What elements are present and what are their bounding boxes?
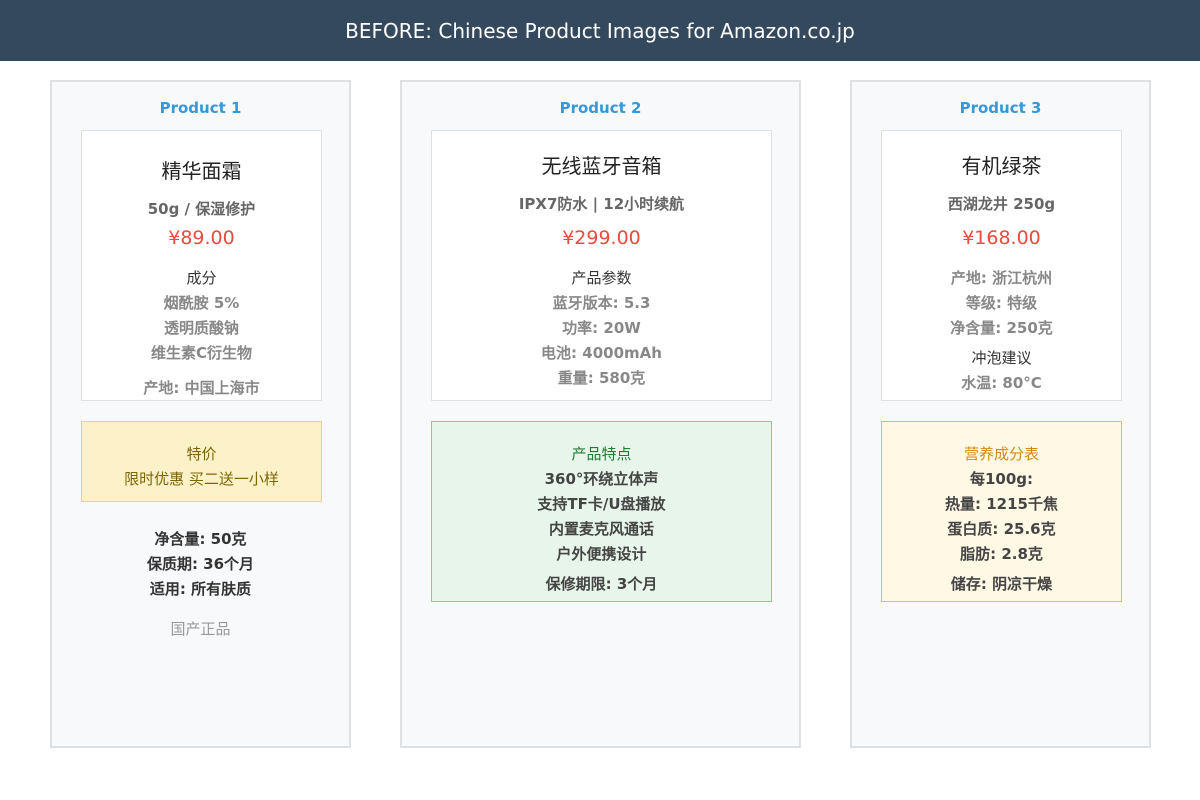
product-subtitle: IPX7防水 | 12小时续航 <box>518 195 685 213</box>
product-price: ¥89.00 <box>168 227 235 249</box>
product-card-3: Product 3 有机绿茶 西湖龙井 250g ¥168.00 产地: 浙江杭… <box>850 80 1151 748</box>
features-callout: 产品特点 360°环绕立体声 支持TF卡/U盘播放 内置麦克风通话 户外便携设计… <box>431 421 772 602</box>
spec-line: 重量: 580克 <box>557 369 646 387</box>
detail-line: 产地: 浙江杭州 <box>950 269 1053 287</box>
spec-line: 适用: 所有肤质 <box>149 580 252 598</box>
product-name: 有机绿茶 <box>961 154 1042 178</box>
section-heading: 产品参数 <box>571 269 632 287</box>
product-card-2: Product 2 无线蓝牙音箱 IPX7防水 | 12小时续航 ¥299.00… <box>400 80 801 748</box>
nutrition-line: 脂肪: 2.8克 <box>960 545 1043 563</box>
nutrition-callout: 营养成分表 每100g: 热量: 1215千焦 蛋白质: 25.6克 脂肪: 2… <box>881 421 1122 602</box>
storage-line: 储存: 阴凉干燥 <box>950 575 1053 593</box>
feature-line: 内置麦克风通话 <box>548 520 654 538</box>
callout-title: 营养成分表 <box>963 445 1039 463</box>
product-image: 精华面霜 50g / 保湿修护 ¥89.00 成分 烟酰胺 5% 透明质酸钠 维… <box>81 130 322 401</box>
section-heading: 冲泡建议 <box>971 349 1032 367</box>
nutrition-line: 蛋白质: 25.6克 <box>947 520 1056 538</box>
callout-line: 限时优惠 买二送一小样 <box>124 470 279 488</box>
nutrition-line: 热量: 1215千焦 <box>945 495 1058 513</box>
spec-line: 蓝牙版本: 5.3 <box>552 294 651 312</box>
product-name: 精华面霜 <box>161 159 242 183</box>
nutrition-line: 每100g: <box>969 470 1034 488</box>
detail-line: 净含量: 250克 <box>950 319 1053 337</box>
product-name: 无线蓝牙音箱 <box>541 154 662 178</box>
spec-line: 净含量: 50克 <box>154 530 247 548</box>
origin-line: 产地: 中国上海市 <box>143 379 260 397</box>
authenticity-note: 国产正品 <box>170 620 231 638</box>
brewing-line: 水温: 80°C <box>961 374 1042 392</box>
product-subtitle: 西湖龙井 250g <box>947 195 1056 213</box>
product-label: Product 1 <box>159 99 242 117</box>
product-price: ¥168.00 <box>962 227 1041 249</box>
product-image: 有机绿茶 西湖龙井 250g ¥168.00 产地: 浙江杭州 等级: 特级 净… <box>881 130 1122 401</box>
feature-line: 户外便携设计 <box>556 545 647 563</box>
page-title: BEFORE: Chinese Product Images for Amazo… <box>345 18 855 43</box>
detail-line: 等级: 特级 <box>965 294 1038 312</box>
warranty-line: 保修期限: 3个月 <box>545 575 658 593</box>
detail-line: 烟酰胺 5% <box>163 294 240 312</box>
product-card-1: Product 1 精华面霜 50g / 保湿修护 ¥89.00 成分 烟酰胺 … <box>50 80 351 748</box>
product-label: Product 3 <box>959 99 1042 117</box>
callout-title: 特价 <box>186 445 217 463</box>
detail-line: 维生素C衍生物 <box>150 344 252 362</box>
section-heading: 成分 <box>186 269 217 287</box>
page-header: BEFORE: Chinese Product Images for Amazo… <box>0 0 1200 61</box>
spec-line: 保质期: 36个月 <box>146 555 255 573</box>
callout-title: 产品特点 <box>571 445 632 463</box>
product-label: Product 2 <box>559 99 642 117</box>
detail-line: 透明质酸钠 <box>163 319 239 337</box>
feature-line: 360°环绕立体声 <box>544 470 659 488</box>
promo-callout: 特价 限时优惠 买二送一小样 <box>81 421 322 502</box>
product-image: 无线蓝牙音箱 IPX7防水 | 12小时续航 ¥299.00 产品参数 蓝牙版本… <box>431 130 772 401</box>
spec-line: 功率: 20W <box>562 319 641 337</box>
product-subtitle: 50g / 保湿修护 <box>147 200 256 218</box>
spec-line: 电池: 4000mAh <box>541 344 662 362</box>
product-price: ¥299.00 <box>562 227 641 249</box>
feature-line: 支持TF卡/U盘播放 <box>537 495 666 513</box>
